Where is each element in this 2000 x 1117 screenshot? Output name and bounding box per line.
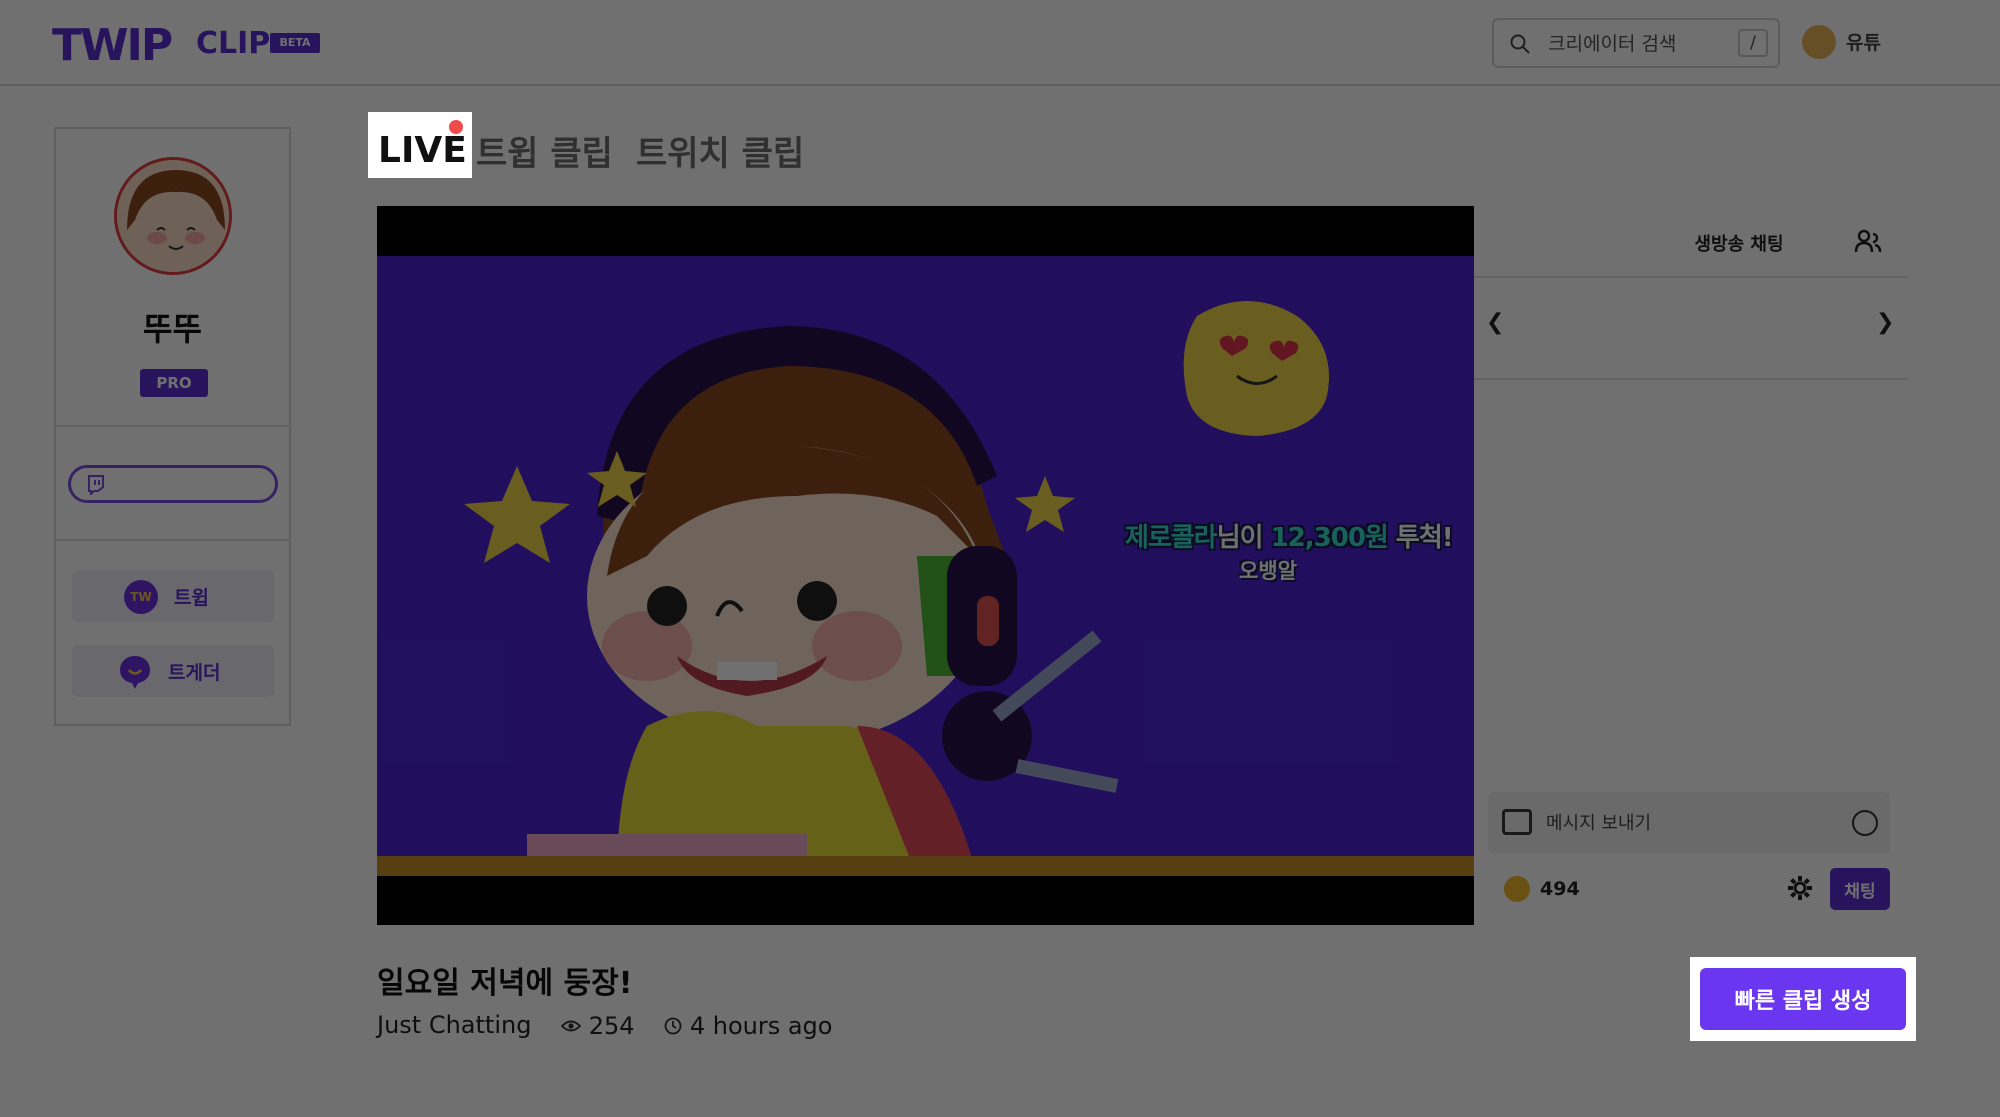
highlight-quick-clip: 빠른 클립 생성 <box>1690 957 1916 1041</box>
stream-category[interactable]: Just Chatting <box>377 1011 531 1039</box>
video-illustration <box>377 256 1474 876</box>
stream-title: 일요일 저녁에 둥장! <box>377 966 633 1001</box>
tab-twip-clips[interactable]: 트윕 클립 <box>476 126 613 175</box>
desk-edge <box>377 856 1474 876</box>
chevron-left-icon[interactable]: ❮ <box>1486 310 1504 335</box>
chat-media-icon[interactable] <box>1502 809 1532 835</box>
search-input[interactable] <box>1548 30 1718 58</box>
live-label: LIVE <box>378 130 467 171</box>
coin-icon <box>1504 876 1530 902</box>
pro-badge: PRO <box>140 369 208 397</box>
chat-title: 생방송 채팅 <box>1694 234 1784 255</box>
creator-search-box[interactable]: / <box>1492 18 1780 68</box>
chevron-right-icon[interactable]: ❯ <box>1876 310 1894 335</box>
desk-notebook <box>527 834 807 856</box>
twip-link-label: 트윕 <box>174 587 209 609</box>
divider <box>1474 276 1908 278</box>
beta-badge: BETA <box>270 33 320 53</box>
stream-meta: Just Chatting 254 4 hours ago <box>377 1010 832 1040</box>
user-name[interactable]: 유튜 <box>1846 28 1881 55</box>
twitch-channel-link[interactable] <box>68 465 278 503</box>
highlight-live-tab[interactable]: LIVE <box>368 112 472 178</box>
points-count: 494 <box>1540 878 1580 900</box>
top-header: TWIP CLIP BETA / 유튜 <box>0 0 2000 86</box>
eye-icon <box>560 1020 582 1031</box>
divider <box>56 425 289 427</box>
creator-profile-card: 뚜뚜 PRO TW 트윕 트게더 <box>54 127 291 726</box>
view-count: 254 <box>588 1011 635 1040</box>
video-frame: 제로콜라님이 12,300원 투척! 오뱅알 <box>377 256 1474 876</box>
chat-users-icon[interactable] <box>1854 228 1882 256</box>
divider <box>1474 378 1908 380</box>
quick-clip-button[interactable]: 빠른 클립 생성 <box>1700 968 1906 1030</box>
time-group: 4 hours ago <box>664 1011 832 1040</box>
tab-twitch-clips[interactable]: 트위치 클립 <box>636 126 804 175</box>
clock-icon <box>664 1017 682 1034</box>
chat-message-box[interactable] <box>1488 792 1890 854</box>
live-chat-panel: 생방송 채팅 ❮ ❯ 494 채팅 <box>1474 206 1908 925</box>
creator-name: 뚜뚜 <box>143 310 202 348</box>
emoji-icon[interactable] <box>1852 810 1878 836</box>
donation-text: 제로콜라님이 12,300원 투척! <box>1125 523 1454 553</box>
twitch-icon <box>88 475 104 495</box>
gear-icon[interactable] <box>1786 874 1814 902</box>
live-video-player[interactable]: 제로콜라님이 12,300원 투척! 오뱅알 <box>377 206 1474 925</box>
divider <box>56 539 289 541</box>
live-dot-icon <box>449 120 463 134</box>
search-shortcut-key: / <box>1738 29 1768 57</box>
chat-send-button[interactable]: 채팅 <box>1830 868 1890 910</box>
tgd-link-label: 트게더 <box>168 662 221 684</box>
user-avatar[interactable] <box>1802 25 1836 59</box>
views-group: 254 <box>560 1011 635 1040</box>
chat-message-input[interactable] <box>1546 810 1826 836</box>
twip-link-button[interactable]: TW 트윕 <box>72 570 274 622</box>
search-icon <box>1510 34 1530 54</box>
tgd-link-button[interactable]: 트게더 <box>72 645 274 697</box>
twip-logo[interactable]: TWIP <box>52 20 173 71</box>
tgd-icon <box>120 656 150 689</box>
creator-avatar <box>114 157 232 275</box>
donation-message: 오뱅알 <box>1239 559 1297 583</box>
clip-logo-text[interactable]: CLIP <box>196 26 270 61</box>
time-ago: 4 hours ago <box>689 1011 833 1040</box>
twip-icon: TW <box>124 580 158 614</box>
